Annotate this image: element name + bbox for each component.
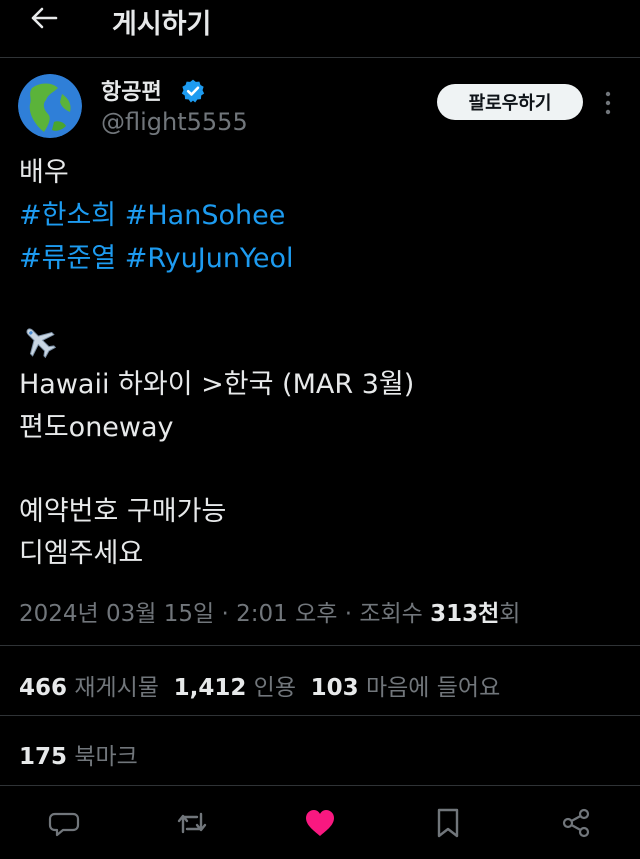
page-title: 게시하기: [112, 9, 212, 40]
divider: [0, 715, 640, 716]
post-line: Hawaii 하와이 >한국 (MAR 3월): [19, 369, 415, 400]
divider: [0, 57, 640, 58]
post-line: 배우: [19, 157, 69, 188]
post-line-hashtags: #류준열 #RyuJunYeol: [19, 238, 293, 280]
post-line-hashtags: #한소희 #HanSohee: [19, 195, 285, 237]
globe-americas-icon: [18, 74, 82, 138]
avatar[interactable]: [18, 74, 82, 138]
views-label: 조회수: [359, 601, 423, 627]
hashtag-link[interactable]: #HanSohee: [125, 200, 286, 231]
hashtag-link[interactable]: #류준열: [19, 243, 116, 274]
views-count: 313천: [430, 601, 500, 627]
hashtag-link[interactable]: #RyuJunYeol: [125, 243, 294, 274]
hashtag-link[interactable]: #한소희: [19, 200, 116, 231]
verified-badge-icon: [181, 79, 205, 103]
author-handle[interactable]: @flight5555: [101, 108, 248, 136]
like-icon[interactable]: [303, 806, 337, 840]
engagement-stats: 466 재게시물 1,412 인용 103 마음에 들어요: [19, 668, 500, 702]
divider: [0, 785, 640, 786]
quotes-stat[interactable]: 1,412 인용: [174, 675, 296, 701]
likes-stat[interactable]: 103 마음에 들어요: [311, 675, 501, 701]
reply-icon[interactable]: [47, 806, 81, 840]
follow-button[interactable]: 팔로우하기: [437, 84, 583, 120]
bookmarks-stat[interactable]: 175 북마크: [19, 737, 138, 771]
more-options-icon[interactable]: [598, 90, 618, 116]
share-icon[interactable]: [559, 806, 593, 840]
repost-icon[interactable]: [175, 806, 209, 840]
views-suffix: 회: [499, 601, 521, 627]
post-date: 2024년 03월 15일: [19, 601, 215, 627]
post-line: 디엠주세요: [19, 538, 144, 569]
airplane-emoji-icon: [26, 328, 57, 359]
reposts-stat[interactable]: 466 재게시물: [19, 675, 159, 701]
post-line: 예약번호 구매가능: [19, 496, 227, 527]
author-name[interactable]: 항공편: [101, 74, 162, 106]
post-line: 편도oneway: [19, 412, 174, 443]
post-time[interactable]: 2:01 오후: [236, 601, 337, 627]
post-timestamp: 2024년 03월 15일 · 2:01 오후 · 조회수 313천회: [19, 601, 521, 627]
bookmark-icon[interactable]: [431, 806, 465, 840]
divider: [0, 645, 640, 646]
top-bar: 게시하기: [0, 0, 640, 56]
back-arrow-icon[interactable]: [28, 4, 60, 32]
